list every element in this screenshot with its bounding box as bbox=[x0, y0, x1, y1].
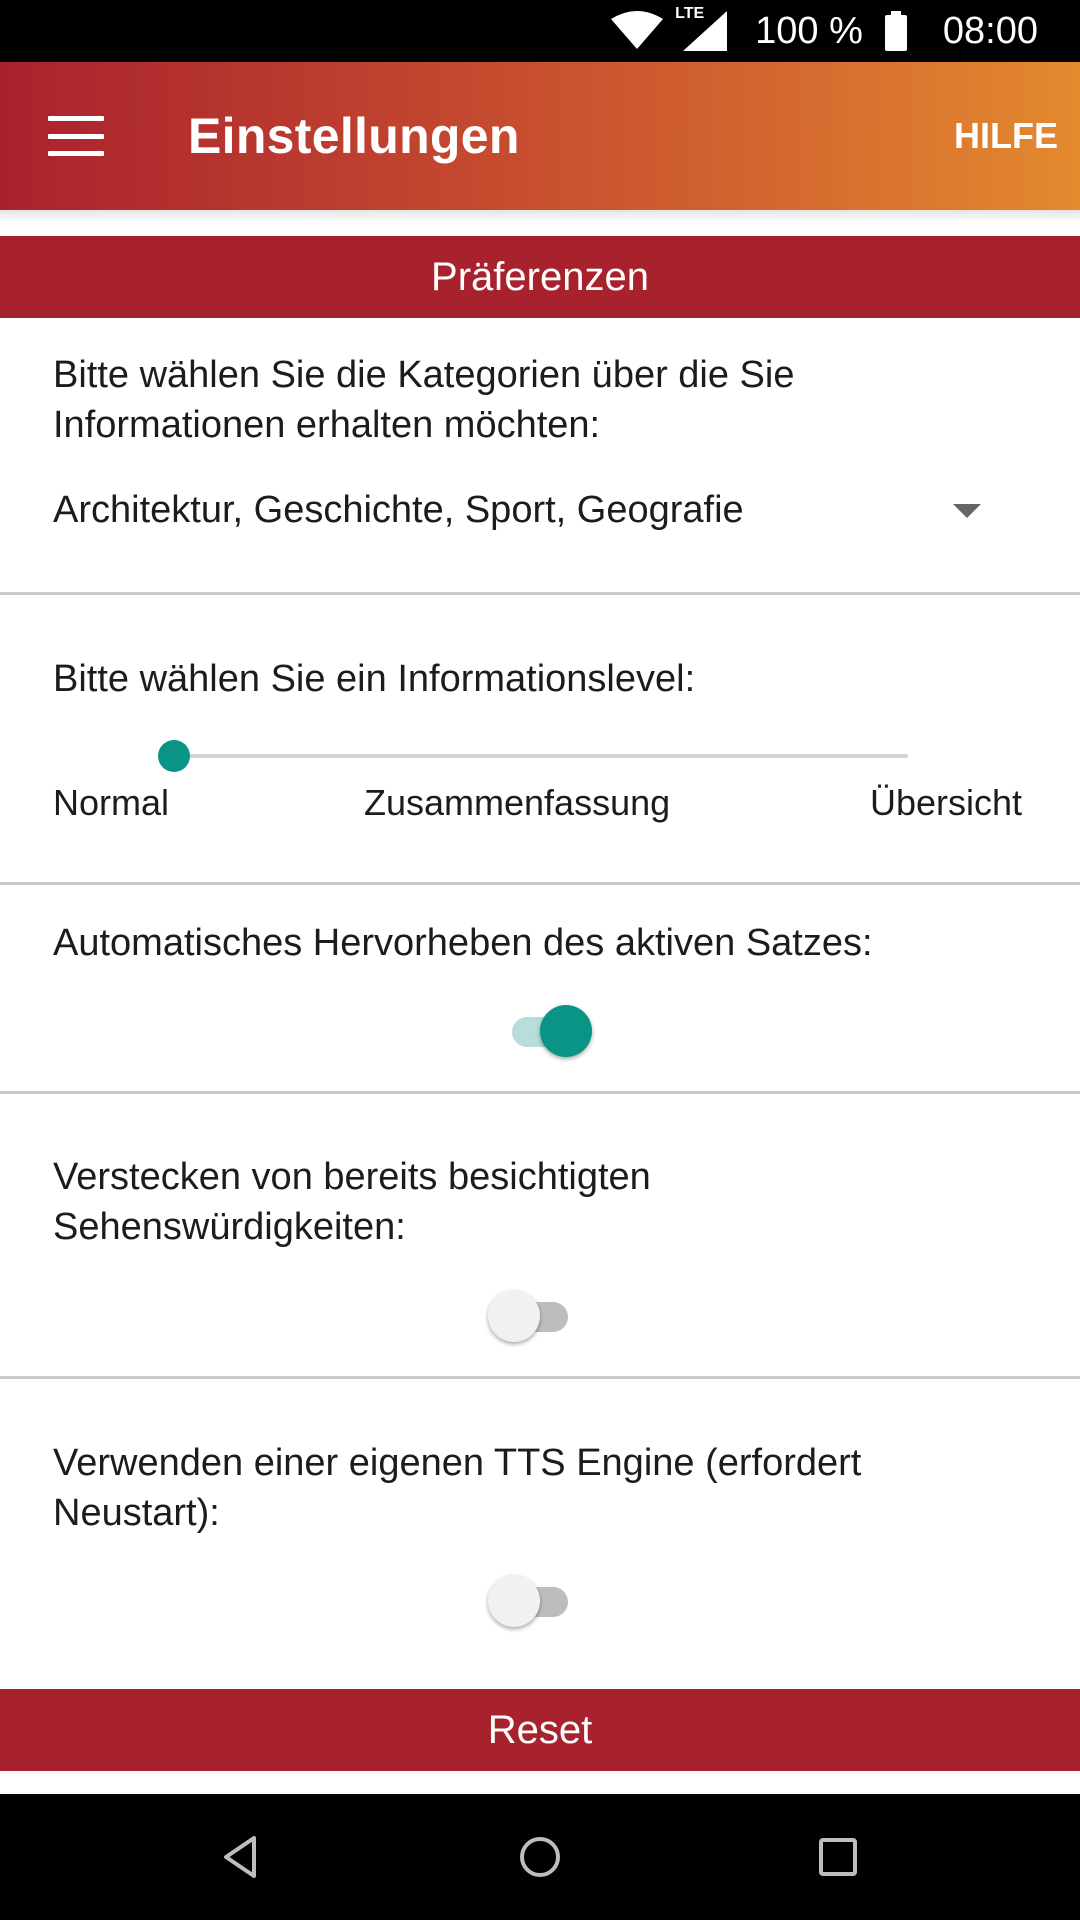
app-bar: Einstellungen HILFE bbox=[0, 62, 1080, 210]
categories-label: Bitte wählen Sie die Kategorien über die… bbox=[53, 354, 795, 446]
hamburger-menu-icon[interactable] bbox=[48, 116, 104, 156]
hide-visited-toggle[interactable] bbox=[488, 1288, 574, 1342]
status-clock: 08:00 bbox=[942, 9, 1038, 52]
help-button[interactable]: HILFE bbox=[954, 115, 1058, 157]
reset-button[interactable]: Reset bbox=[0, 1689, 1080, 1771]
divider bbox=[0, 882, 1080, 885]
divider bbox=[0, 1091, 1080, 1094]
toggle-knob bbox=[488, 1575, 540, 1627]
network-type: LTE bbox=[675, 5, 705, 22]
battery-percentage: 100 % bbox=[755, 9, 863, 52]
slider-track bbox=[158, 754, 908, 758]
level-option-summary: Zusammenfassung bbox=[364, 782, 671, 823]
lte-signal-icon: LTE bbox=[675, 5, 731, 53]
home-icon[interactable] bbox=[515, 1832, 565, 1882]
toggle-knob bbox=[540, 1005, 592, 1057]
wifi-icon bbox=[611, 11, 664, 49]
back-icon[interactable] bbox=[216, 1832, 266, 1882]
divider bbox=[0, 1376, 1080, 1379]
level-option-overview: Übersicht bbox=[870, 782, 1023, 823]
navigation-bar bbox=[0, 1794, 1080, 1920]
info-level-label: Bitte wählen Sie ein Informationslevel: bbox=[53, 658, 696, 700]
page-title: Einstellungen bbox=[188, 108, 520, 164]
own-tts-label: Verwenden einer eigenen TTS Engine (erfo… bbox=[53, 1442, 862, 1534]
categories-dropdown[interactable]: Architektur, Geschichte, Sport, Geografi… bbox=[53, 480, 993, 540]
app-bar-shadow bbox=[0, 210, 1080, 220]
level-option-normal: Normal bbox=[53, 782, 170, 823]
highlight-sentence-toggle[interactable] bbox=[506, 1003, 592, 1057]
highlight-sentence-label: Automatisches Hervorheben des aktiven Sa… bbox=[53, 922, 873, 964]
battery-icon bbox=[884, 11, 907, 51]
toggle-knob bbox=[488, 1290, 540, 1342]
own-tts-toggle[interactable] bbox=[488, 1573, 574, 1627]
categories-selected-value: Architektur, Geschichte, Sport, Geografi… bbox=[53, 488, 744, 531]
divider bbox=[0, 592, 1080, 595]
recents-icon[interactable] bbox=[813, 1832, 863, 1882]
hide-visited-label: Verstecken von bereits besichtigten Sehe… bbox=[53, 1156, 651, 1248]
status-bar: LTE 100 % 08:00 bbox=[0, 0, 1080, 62]
section-header-preferences: Präferenzen bbox=[0, 236, 1080, 318]
slider-thumb[interactable] bbox=[158, 740, 190, 772]
dropdown-arrow-icon bbox=[953, 504, 981, 518]
info-level-slider[interactable] bbox=[158, 740, 908, 772]
